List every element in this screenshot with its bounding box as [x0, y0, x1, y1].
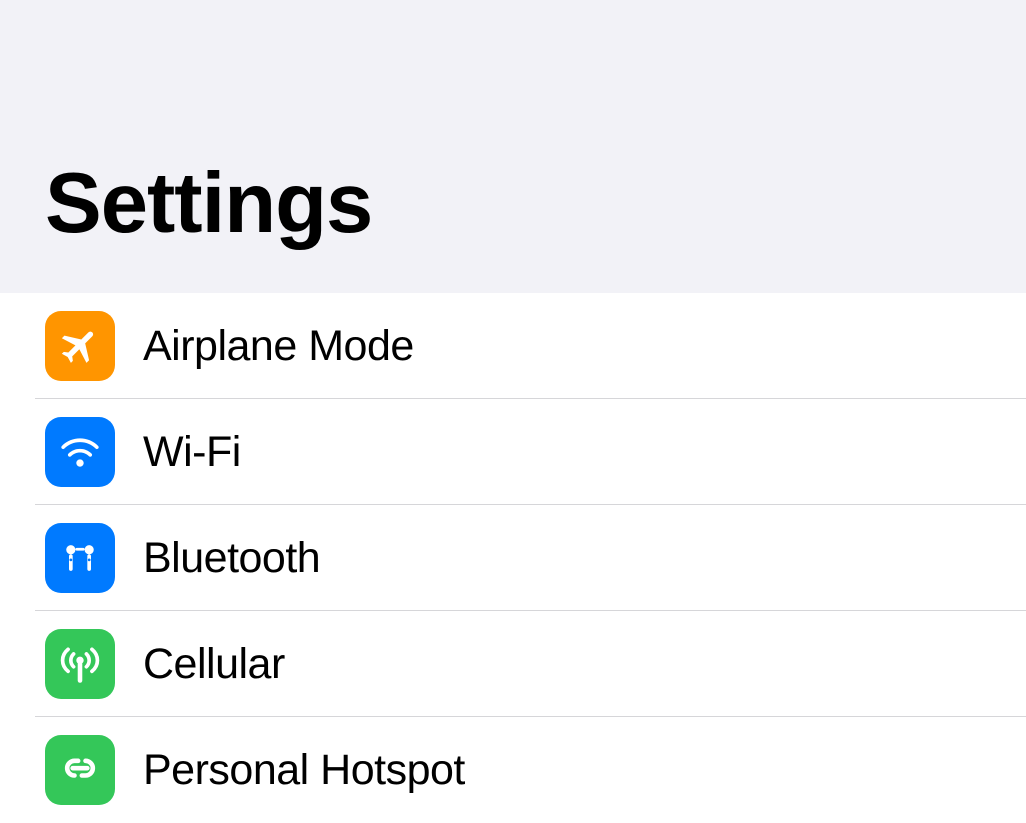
page-header: Settings: [0, 0, 1026, 293]
airplane-icon: [45, 311, 115, 381]
settings-row-bluetooth[interactable]: Bluetooth: [0, 505, 1026, 611]
settings-list: Airplane Mode Wi-Fi Bluetooth: [0, 293, 1026, 823]
settings-row-cellular[interactable]: Cellular: [0, 611, 1026, 717]
settings-row-label: Cellular: [143, 640, 285, 689]
settings-row-label: Airplane Mode: [143, 322, 414, 371]
wifi-icon: [45, 417, 115, 487]
bluetooth-icon: [45, 523, 115, 593]
page-title: Settings: [45, 155, 981, 253]
settings-row-label: Wi-Fi: [143, 428, 241, 477]
settings-row-airplane-mode[interactable]: Airplane Mode: [0, 293, 1026, 399]
settings-row-label: Bluetooth: [143, 534, 320, 583]
hotspot-icon: [45, 735, 115, 805]
cellular-icon: [45, 629, 115, 699]
settings-row-wifi[interactable]: Wi-Fi: [0, 399, 1026, 505]
settings-row-personal-hotspot[interactable]: Personal Hotspot: [0, 717, 1026, 823]
settings-row-label: Personal Hotspot: [143, 746, 465, 795]
